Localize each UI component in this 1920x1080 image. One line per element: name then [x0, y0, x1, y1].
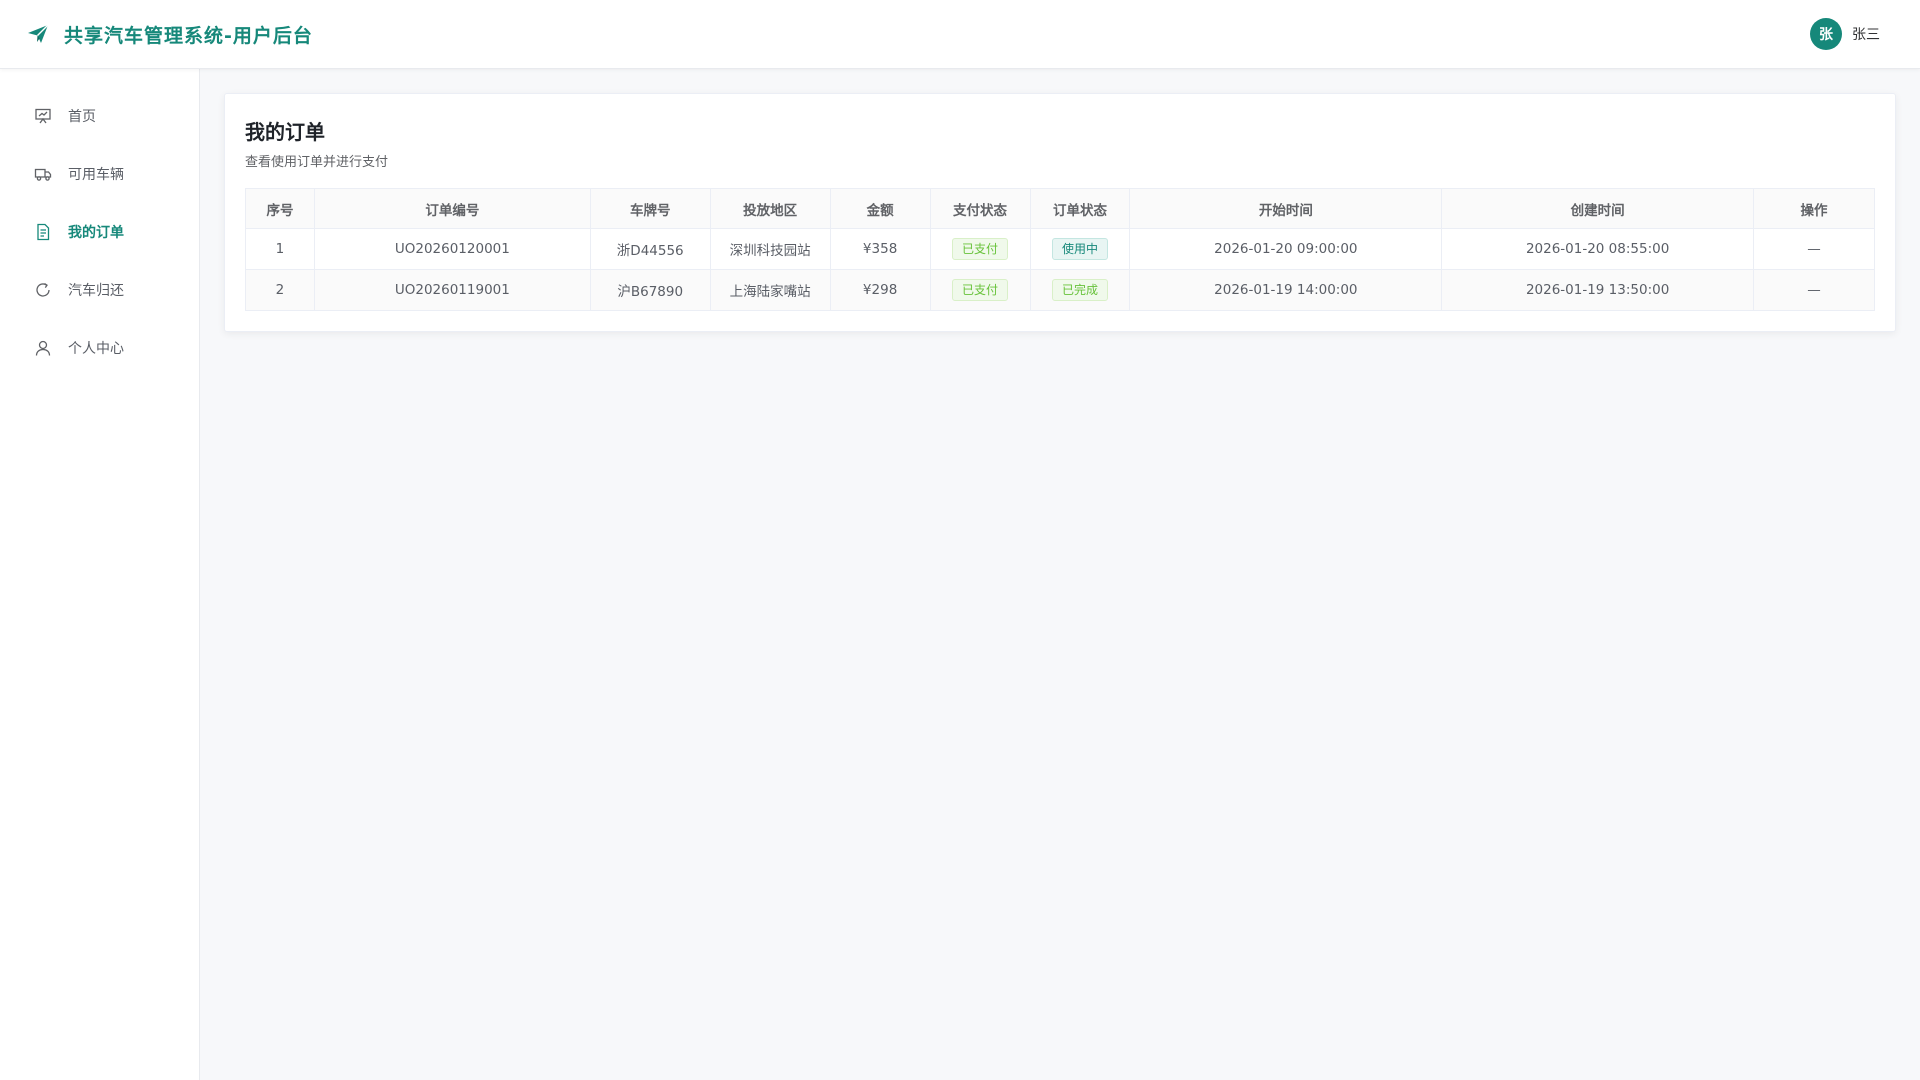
cell-order-no: UO20260119001 [313, 269, 591, 311]
cell-amount: ¥358 [829, 228, 931, 270]
cell-amount: ¥298 [829, 269, 931, 311]
brand: 共享汽车管理系统-用户后台 [26, 21, 313, 48]
cell-region: 上海陆家嘴站 [709, 269, 831, 311]
column-header: 创建时间 [1441, 188, 1755, 229]
sidebar-item-my-orders[interactable]: 我的订单 [0, 203, 199, 261]
status-badge: 使用中 [1051, 238, 1108, 260]
column-header: 操作 [1753, 188, 1875, 229]
cell-index: 2 [245, 269, 315, 311]
column-header: 支付状态 [929, 188, 1031, 229]
cell-pay-status: 已支付 [929, 228, 1031, 270]
document-list-icon [34, 223, 52, 241]
status-badge: 已支付 [952, 279, 1009, 301]
status-badge: 已支付 [952, 238, 1009, 260]
page-title: 我的订单 [245, 120, 325, 144]
sidebar-item-label: 首页 [68, 109, 96, 125]
sidebar-item-profile[interactable]: 个人中心 [0, 319, 199, 377]
sidebar-item-vehicles[interactable]: 可用车辆 [0, 145, 199, 203]
sidebar-item-label: 汽车归还 [68, 283, 124, 299]
status-badge: 已完成 [1051, 279, 1108, 301]
column-header: 金额 [829, 188, 931, 229]
column-header: 开始时间 [1129, 188, 1443, 229]
sidebar-item-home[interactable]: 首页 [0, 87, 199, 145]
presentation-board-icon [34, 107, 52, 125]
cell-index: 1 [245, 228, 315, 270]
cell-plate: 沪B67890 [589, 269, 711, 311]
sidebar-item-label: 个人中心 [68, 341, 124, 357]
column-header: 车牌号 [589, 188, 711, 229]
avatar[interactable]: 张 [1810, 18, 1842, 50]
table-row: 1 UO20260120001 浙D44556 深圳科技园站 ¥358 已支付 … [245, 228, 1875, 270]
cell-pay-status: 已支付 [929, 269, 1031, 311]
cell-start-time: 2026-01-19 14:00:00 [1129, 269, 1443, 311]
cell-order-status: 使用中 [1029, 228, 1131, 270]
top-header: 共享汽车管理系统-用户后台 张 张三 [0, 0, 1920, 69]
orders-card: 我的订单 查看使用订单并进行支付 序号 订单编号 车牌号 投放地区 金额 支付状… [224, 93, 1896, 332]
cell-created-time: 2026-01-19 13:50:00 [1441, 269, 1755, 311]
main-content: 我的订单 查看使用订单并进行支付 序号 订单编号 车牌号 投放地区 金额 支付状… [224, 93, 1896, 332]
cell-order-status: 已完成 [1029, 269, 1131, 311]
cell-order-no: UO20260120001 [313, 228, 591, 270]
app-title: 共享汽车管理系统-用户后台 [64, 24, 313, 47]
refresh-icon [34, 281, 52, 299]
table-row: 2 UO20260119001 沪B67890 上海陆家嘴站 ¥298 已支付 … [245, 269, 1875, 311]
sidebar-item-return-car[interactable]: 汽车归还 [0, 261, 199, 319]
table-header-row: 序号 订单编号 车牌号 投放地区 金额 支付状态 订单状态 开始时间 创建时间 … [245, 188, 1875, 229]
column-header: 序号 [245, 188, 315, 229]
user-menu[interactable]: 张 张三 [1810, 18, 1880, 50]
sidebar-item-label: 可用车辆 [68, 167, 124, 183]
cell-plate: 浙D44556 [589, 228, 711, 270]
user-name[interactable]: 张三 [1852, 24, 1880, 44]
user-icon [34, 339, 52, 357]
cell-action: — [1753, 269, 1875, 311]
page-subtitle: 查看使用订单并进行支付 [245, 155, 389, 170]
truck-icon [34, 165, 52, 183]
cell-created-time: 2026-01-20 08:55:00 [1441, 228, 1755, 270]
column-header: 订单编号 [313, 188, 591, 229]
column-header: 订单状态 [1029, 188, 1131, 229]
column-header: 投放地区 [709, 188, 831, 229]
paper-plane-icon [26, 22, 50, 46]
sidebar-item-label: 我的订单 [68, 225, 124, 241]
cell-region: 深圳科技园站 [709, 228, 831, 270]
cell-start-time: 2026-01-20 09:00:00 [1129, 228, 1443, 270]
cell-action: — [1753, 228, 1875, 270]
sidebar: 首页 可用车辆 我的订单 汽车归还 个人中心 [0, 69, 200, 1080]
orders-table: 序号 订单编号 车牌号 投放地区 金额 支付状态 订单状态 开始时间 创建时间 … [245, 188, 1875, 311]
